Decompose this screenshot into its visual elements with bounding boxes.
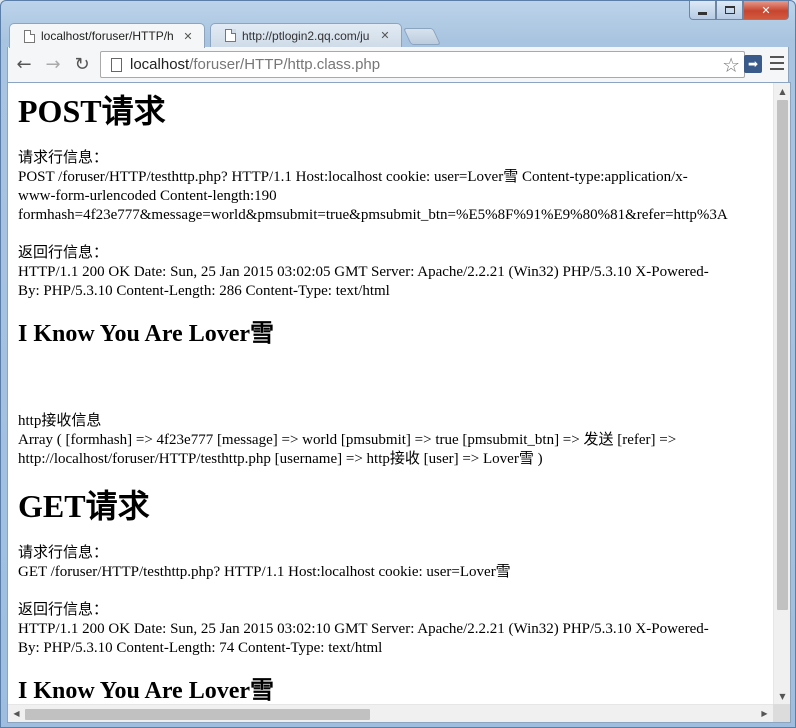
recv-label: http接收信息 (18, 413, 102, 429)
horizontal-scrollbar[interactable]: ◀ ▶ (8, 704, 773, 722)
minimize-button[interactable] (689, 1, 716, 20)
page-icon (111, 57, 122, 72)
get-response-line: HTTP/1.1 200 OK Date: Sun, 25 Jan 2015 0… (18, 621, 709, 637)
page-icon (225, 29, 236, 42)
maximize-icon (724, 6, 735, 14)
tab-title: localhost/foruser/HTTP/h (41, 29, 174, 43)
post-lover-heading: I Know You Are Lover雪 (18, 321, 275, 347)
bookmark-star-icon[interactable]: ☆ (722, 53, 740, 77)
get-request-label: 请求行信息： (18, 545, 109, 561)
close-icon: ✕ (761, 3, 771, 17)
scrollbar-corner (773, 704, 790, 722)
back-button[interactable]: ← (11, 52, 37, 78)
minimize-icon (698, 11, 707, 15)
browser-toolbar: ← → ↻ localhost/foruser/HTTP/http.class.… (7, 47, 789, 82)
tab-title: http://ptlogin2.qq.com/ju (242, 28, 370, 43)
get-response-block: 返回行信息： HTTP/1.1 200 OK Date: Sun, 25 Jan… (18, 601, 758, 658)
post-response-block: 返回行信息： HTTP/1.1 200 OK Date: Sun, 25 Jan… (18, 244, 758, 301)
get-lover-heading: I Know You Are Lover雪 (18, 678, 275, 704)
scroll-down-icon[interactable]: ▼ (774, 688, 790, 705)
window-controls: ✕ (689, 1, 789, 21)
forward-arrow-icon: → (45, 54, 61, 75)
tab-close-icon[interactable]: ✕ (379, 29, 391, 42)
get-heading: GET请求 (18, 488, 150, 524)
scroll-up-icon[interactable]: ▲ (774, 83, 790, 100)
forward-button[interactable]: → (40, 52, 66, 78)
page-icon (24, 29, 35, 43)
page-viewport: POST请求 请求行信息： POST /foruser/HTTP/testhtt… (7, 82, 791, 723)
back-arrow-icon: ← (16, 54, 32, 75)
post-request-label: 请求行信息： (18, 150, 109, 166)
hamburger-icon (770, 56, 784, 58)
post-request-line: POST /foruser/HTTP/testhttp.php? HTTP/1.… (18, 169, 688, 185)
reload-button[interactable]: ↻ (69, 52, 95, 78)
get-request-line: GET /foruser/HTTP/testhttp.php? HTTP/1.1… (18, 564, 511, 580)
recv-block: http接收信息 Array ( [formhash] => 4f23e777 … (18, 412, 758, 469)
scroll-left-icon[interactable]: ◀ (8, 705, 25, 722)
post-heading: POST请求 (18, 93, 166, 129)
reload-icon: ↻ (74, 54, 90, 75)
post-response-line: By: PHP/5.3.10 Content-Length: 286 Conte… (18, 283, 390, 299)
vertical-scroll-thumb[interactable] (777, 100, 788, 610)
menu-button[interactable] (770, 56, 784, 70)
maximize-button[interactable] (716, 1, 743, 20)
scroll-right-icon[interactable]: ▶ (756, 705, 773, 722)
extension-arrow-icon: ➡ (747, 57, 759, 71)
url-path: /foruser/HTTP/http.class.php (189, 56, 381, 73)
horizontal-scroll-thumb[interactable] (25, 709, 370, 720)
url-host: localhost (130, 56, 190, 73)
recv-line: Array ( [formhash] => 4f23e777 [message]… (18, 432, 677, 448)
recv-line: http://localhost/foruser/HTTP/testhttp.p… (18, 451, 543, 467)
new-tab-button[interactable] (403, 28, 441, 45)
get-response-line: By: PHP/5.3.10 Content-Length: 74 Conten… (18, 640, 383, 656)
get-request-block: 请求行信息： GET /foruser/HTTP/testhttp.php? H… (18, 544, 758, 582)
tab-ptlogin[interactable]: http://ptlogin2.qq.com/ju ✕ (210, 23, 402, 47)
get-response-label: 返回行信息： (18, 602, 109, 618)
close-window-button[interactable]: ✕ (743, 1, 789, 20)
post-request-body: formhash=4f23e777&message=world&pmsubmit… (18, 207, 728, 223)
extension-button[interactable]: ➡ (744, 55, 762, 73)
browser-window: ✕ localhost/foruser/HTTP/h ✕ http://ptlo… (0, 0, 796, 728)
tab-http-class[interactable]: localhost/foruser/HTTP/h ✕ (9, 23, 205, 48)
address-bar[interactable]: localhost/foruser/HTTP/http.class.php ☆ (100, 51, 745, 78)
tab-close-icon[interactable]: ✕ (182, 30, 194, 43)
post-request-line: www-form-urlencoded Content-length:190 (18, 188, 277, 204)
url-text[interactable]: localhost/foruser/HTTP/http.class.php (130, 56, 722, 73)
vertical-scrollbar[interactable]: ▲ ▼ (773, 83, 790, 705)
post-response-label: 返回行信息： (18, 245, 109, 261)
page-content: POST请求 请求行信息： POST /foruser/HTTP/testhtt… (8, 83, 773, 705)
post-request-block: 请求行信息： POST /foruser/HTTP/testhttp.php? … (18, 149, 758, 225)
post-response-line: HTTP/1.1 200 OK Date: Sun, 25 Jan 2015 0… (18, 264, 709, 280)
